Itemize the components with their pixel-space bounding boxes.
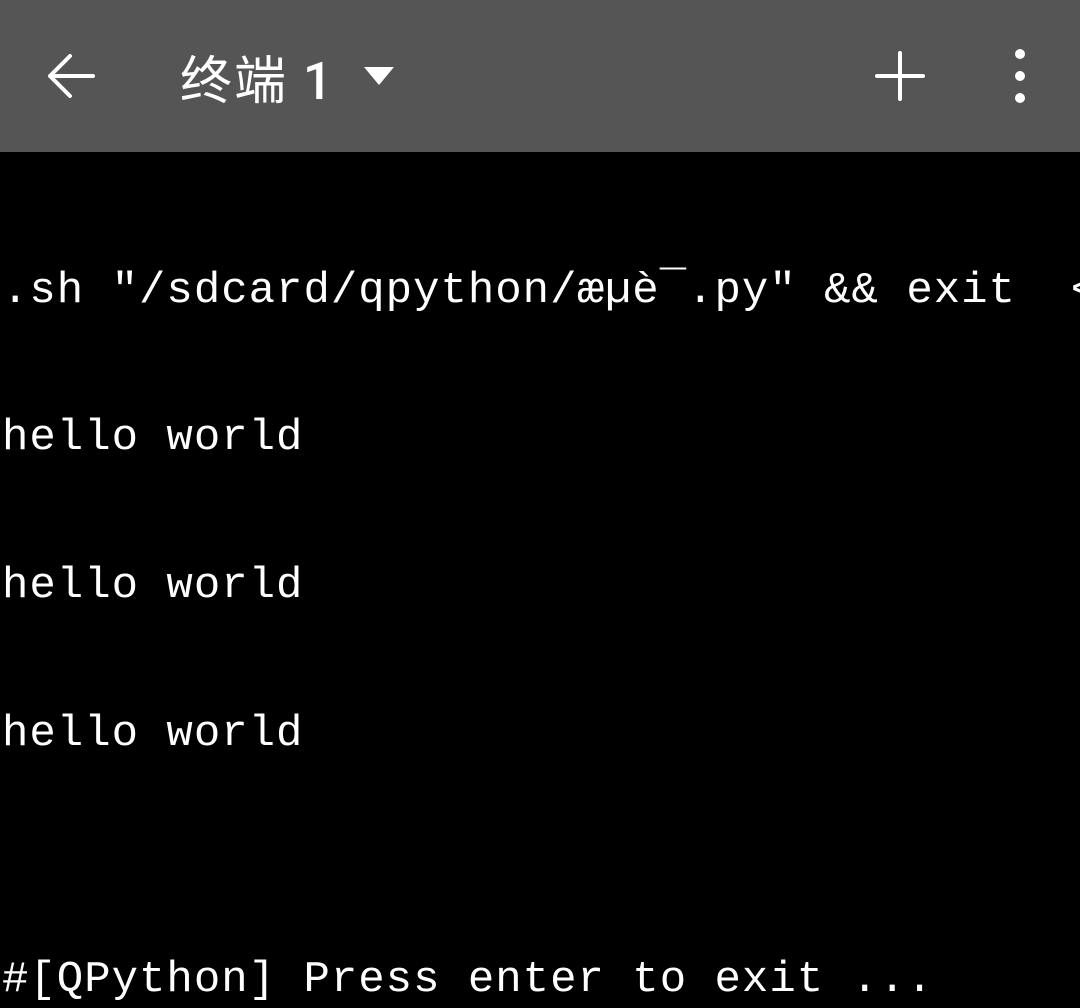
terminal-line: .sh "/sdcard/qpython/æµè¯.py" && exit < …: [2, 267, 1078, 316]
dot-icon: [1015, 49, 1025, 59]
add-terminal-button[interactable]: [860, 36, 940, 116]
terminal-title: 终端 1: [180, 39, 334, 114]
back-button[interactable]: [30, 36, 110, 116]
terminal-selector[interactable]: 终端 1: [180, 39, 394, 114]
plus-icon: [874, 50, 926, 102]
terminal-line: hello world: [2, 562, 1078, 611]
terminal-line: #[QPython] Press enter to exit ...: [2, 956, 1078, 1005]
terminal-line: hello world: [2, 414, 1078, 463]
terminal-output[interactable]: .sh "/sdcard/qpython/æµè¯.py" && exit < …: [0, 152, 1080, 1008]
terminal-line: hello world: [2, 710, 1078, 759]
chevron-down-icon: [364, 67, 394, 85]
dot-icon: [1015, 71, 1025, 81]
more-options-button[interactable]: [990, 36, 1050, 116]
dot-icon: [1015, 93, 1025, 103]
back-arrow-icon: [45, 51, 95, 101]
toolbar: 终端 1: [0, 0, 1080, 152]
